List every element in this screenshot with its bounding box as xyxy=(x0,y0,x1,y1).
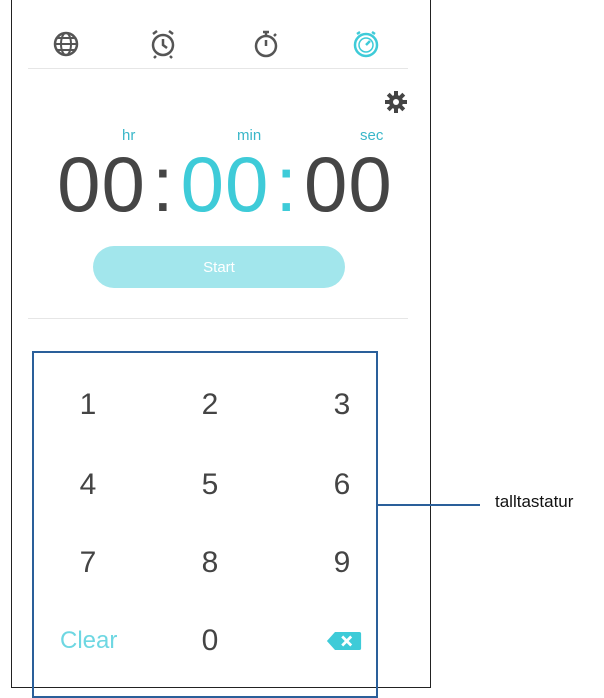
key-2[interactable]: 2 xyxy=(170,381,250,429)
tab-world-clock[interactable] xyxy=(46,24,86,64)
settings-gear-button[interactable] xyxy=(384,90,408,114)
key-3[interactable]: 3 xyxy=(302,381,382,429)
tab-alarm[interactable] xyxy=(143,24,183,64)
timer-display: 00 : 00 : 00 xyxy=(40,140,410,230)
key-0[interactable]: 0 xyxy=(170,617,250,665)
start-button[interactable]: Start xyxy=(93,246,345,288)
hours-value[interactable]: 00 xyxy=(57,139,146,230)
timer-icon xyxy=(353,30,379,58)
key-8[interactable]: 8 xyxy=(170,539,250,587)
stopwatch-icon xyxy=(254,30,278,58)
numeric-keypad: 1 2 3 4 5 6 7 8 9 Clear 0 xyxy=(32,351,378,698)
seconds-value[interactable]: 00 xyxy=(304,139,393,230)
globe-icon xyxy=(53,31,79,57)
key-4[interactable]: 4 xyxy=(48,461,128,509)
backspace-button[interactable] xyxy=(324,617,364,665)
key-1[interactable]: 1 xyxy=(48,381,128,429)
key-5[interactable]: 5 xyxy=(170,461,250,509)
gear-icon xyxy=(385,91,407,113)
callout-line xyxy=(378,504,480,506)
callout-label: talltastatur xyxy=(495,492,574,511)
key-7[interactable]: 7 xyxy=(48,539,128,587)
tab-timer[interactable] xyxy=(346,24,386,64)
clear-button[interactable]: Clear xyxy=(60,617,140,665)
alarm-clock-icon xyxy=(151,30,175,59)
key-6[interactable]: 6 xyxy=(302,461,382,509)
time-separator: : xyxy=(151,140,175,228)
minutes-value[interactable]: 00 xyxy=(181,139,270,230)
time-separator: : xyxy=(275,140,299,228)
divider xyxy=(28,318,408,319)
key-9[interactable]: 9 xyxy=(302,539,382,587)
backspace-icon xyxy=(326,632,362,650)
tab-stopwatch[interactable] xyxy=(246,24,286,64)
tab-bar xyxy=(28,18,408,69)
